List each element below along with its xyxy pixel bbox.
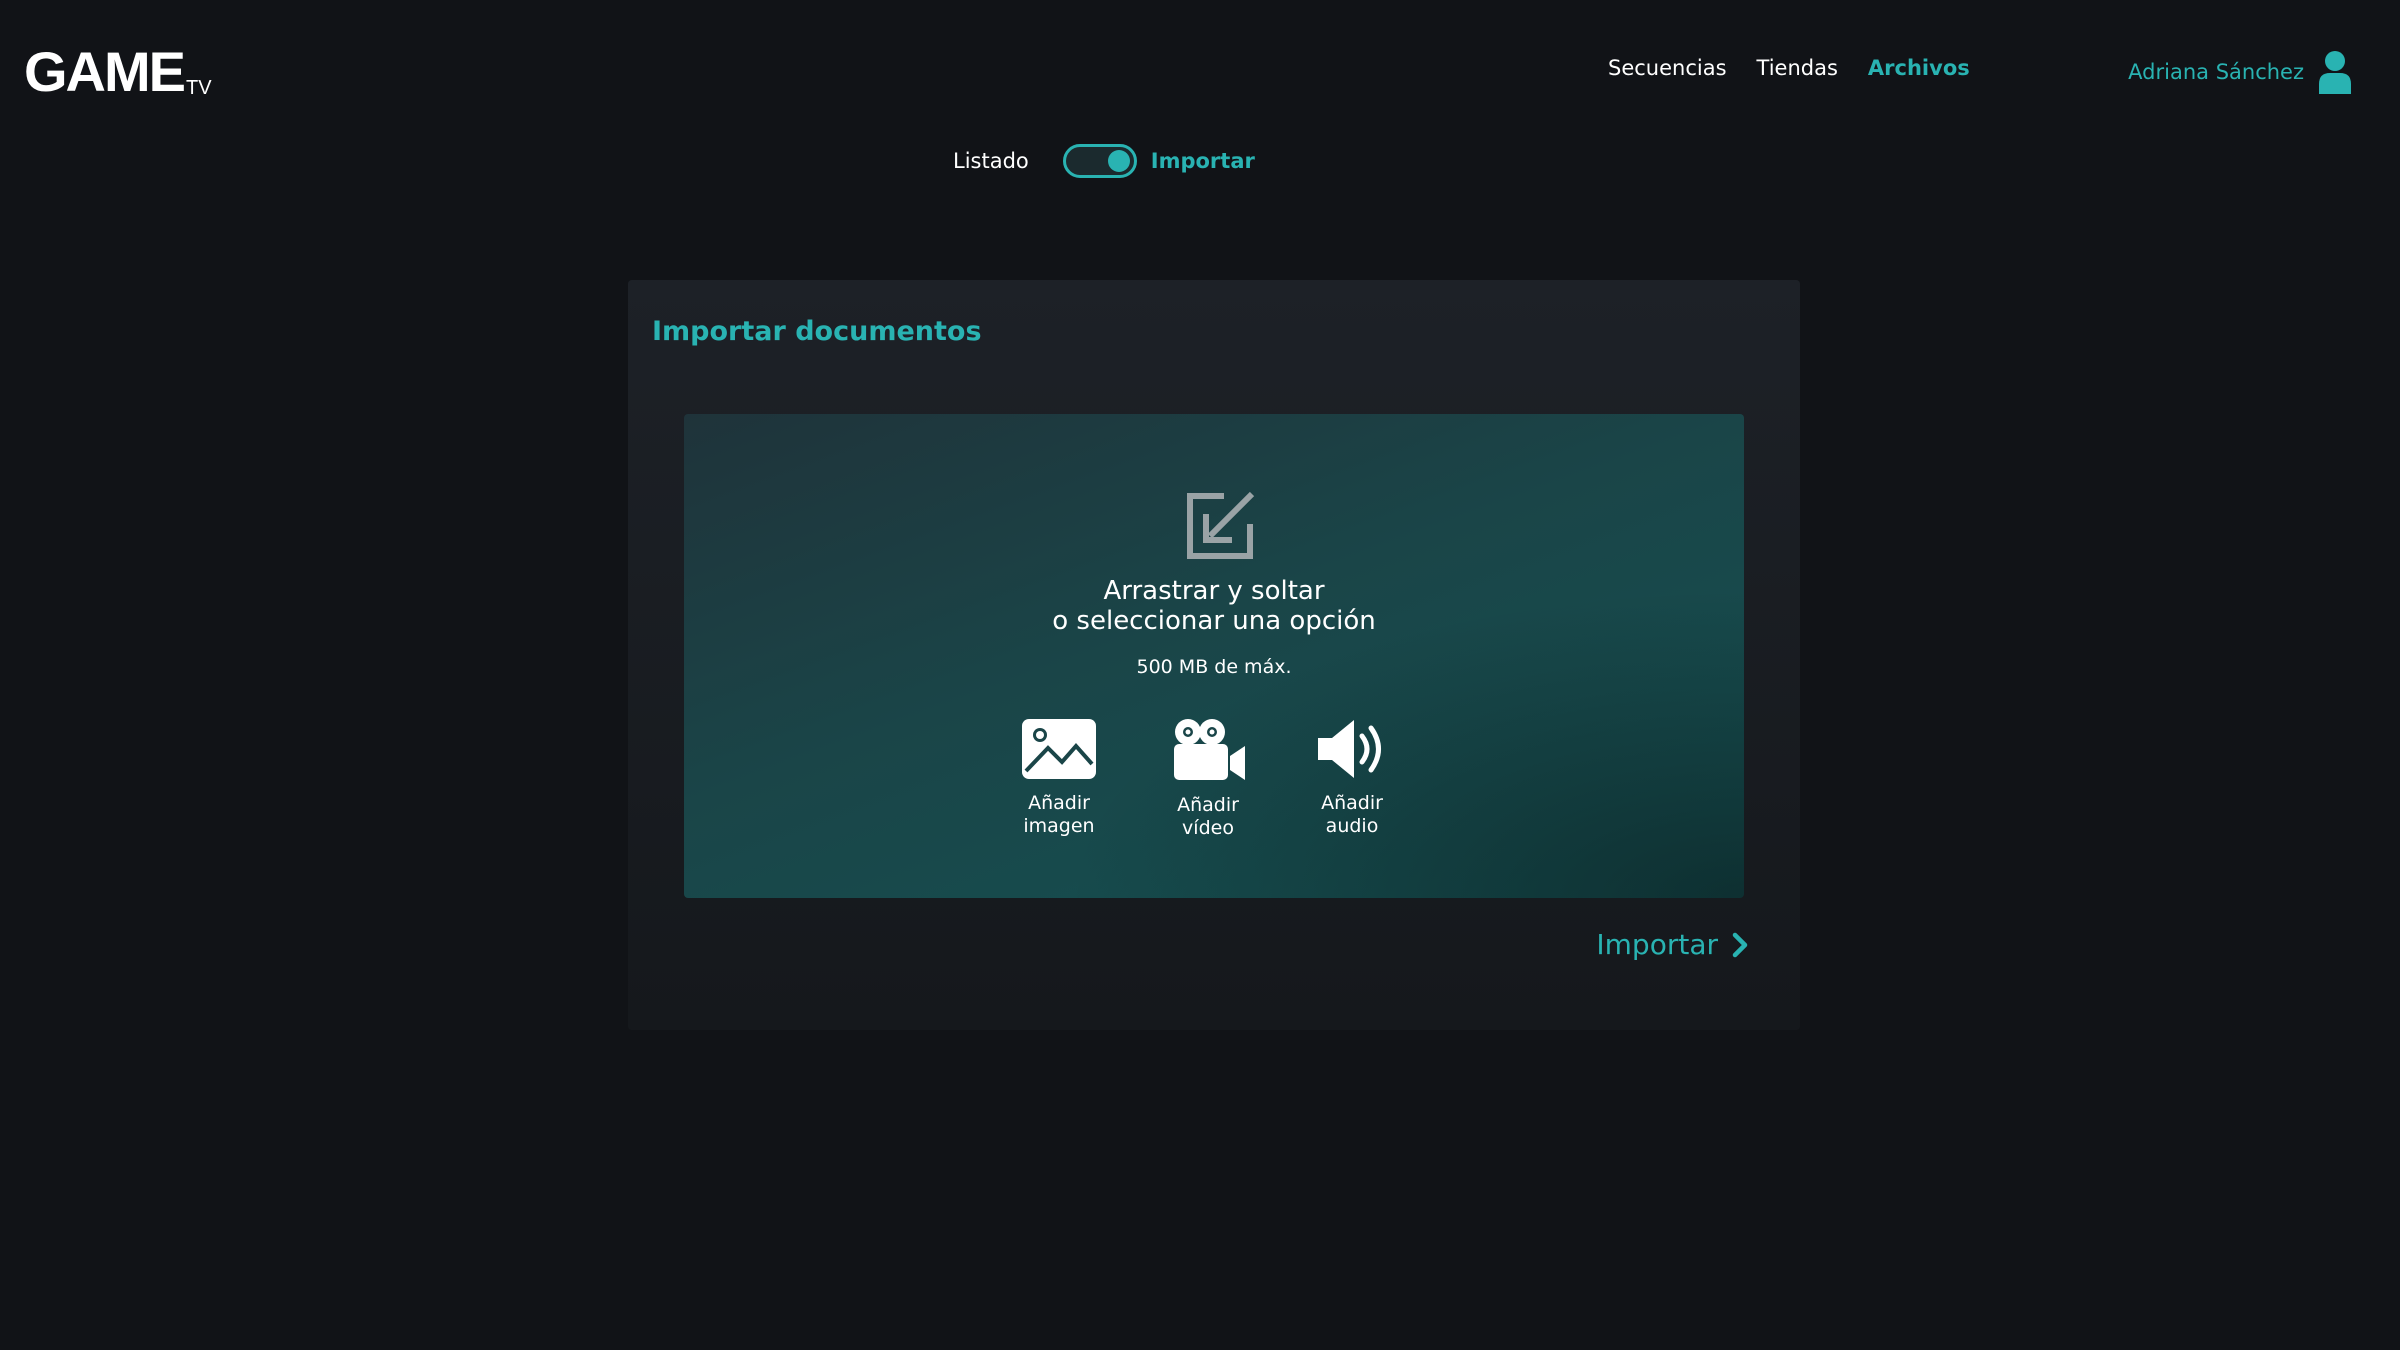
dropzone-title-line1: Arrastrar y soltar <box>1103 576 1325 606</box>
add-video-label: Añadir vídeo <box>1177 794 1239 839</box>
nav-item-archivos[interactable]: Archivos <box>1868 56 1970 80</box>
toggle-knob <box>1107 150 1130 172</box>
view-toggle-switch[interactable] <box>1062 144 1137 178</box>
logo[interactable]: GAME TV <box>24 44 212 100</box>
user-name: Adriana Sánchez <box>2128 60 2304 84</box>
import-arrow-icon <box>1187 491 1255 559</box>
add-video-button[interactable]: Añadir vídeo <box>1148 718 1268 840</box>
view-toggle: Listado Importar <box>953 144 1255 178</box>
add-audio-button[interactable]: Añadir audio <box>1292 718 1412 838</box>
add-image-button[interactable]: Añadir imagen <box>999 718 1119 838</box>
logo-main-text: GAME <box>24 40 186 103</box>
nav-item-tiendas[interactable]: Tiendas <box>1757 56 1838 80</box>
user-icon <box>2319 51 2351 94</box>
size-limit: 500 MB de máx. <box>1136 656 1292 678</box>
page: GAME TV Secuencias Tiendas Archivos Adri… <box>0 0 2400 1350</box>
add-image-label: Añadir imagen <box>1023 792 1095 837</box>
import-submit-button[interactable]: Importar <box>1596 928 1748 961</box>
import-card: Importar documentos Arrastrar y soltar o… <box>628 280 1800 1030</box>
image-icon <box>1022 719 1096 779</box>
speaker-icon <box>1318 720 1381 778</box>
dropzone-title: Arrastrar y soltar o seleccionar una opc… <box>684 576 1744 636</box>
video-camera-icon <box>1174 719 1245 780</box>
user-menu[interactable]: Adriana Sánchez <box>2128 50 2352 94</box>
add-audio-label: Añadir audio <box>1321 792 1383 837</box>
toggle-label-listado[interactable]: Listado <box>953 149 1029 173</box>
logo-sub-text: TV <box>186 77 212 99</box>
toggle-label-importar[interactable]: Importar <box>1151 149 1255 173</box>
dropzone-title-line2: o seleccionar una opción <box>1052 606 1376 636</box>
main-nav: Secuencias Tiendas Archivos <box>1608 56 1970 80</box>
card-title: Importar documentos <box>652 316 982 347</box>
nav-item-secuencias[interactable]: Secuencias <box>1608 56 1727 80</box>
import-submit-label: Importar <box>1596 928 1718 961</box>
dropzone[interactable]: Arrastrar y soltar o seleccionar una opc… <box>684 414 1744 898</box>
chevron-right-icon <box>1732 932 1748 957</box>
